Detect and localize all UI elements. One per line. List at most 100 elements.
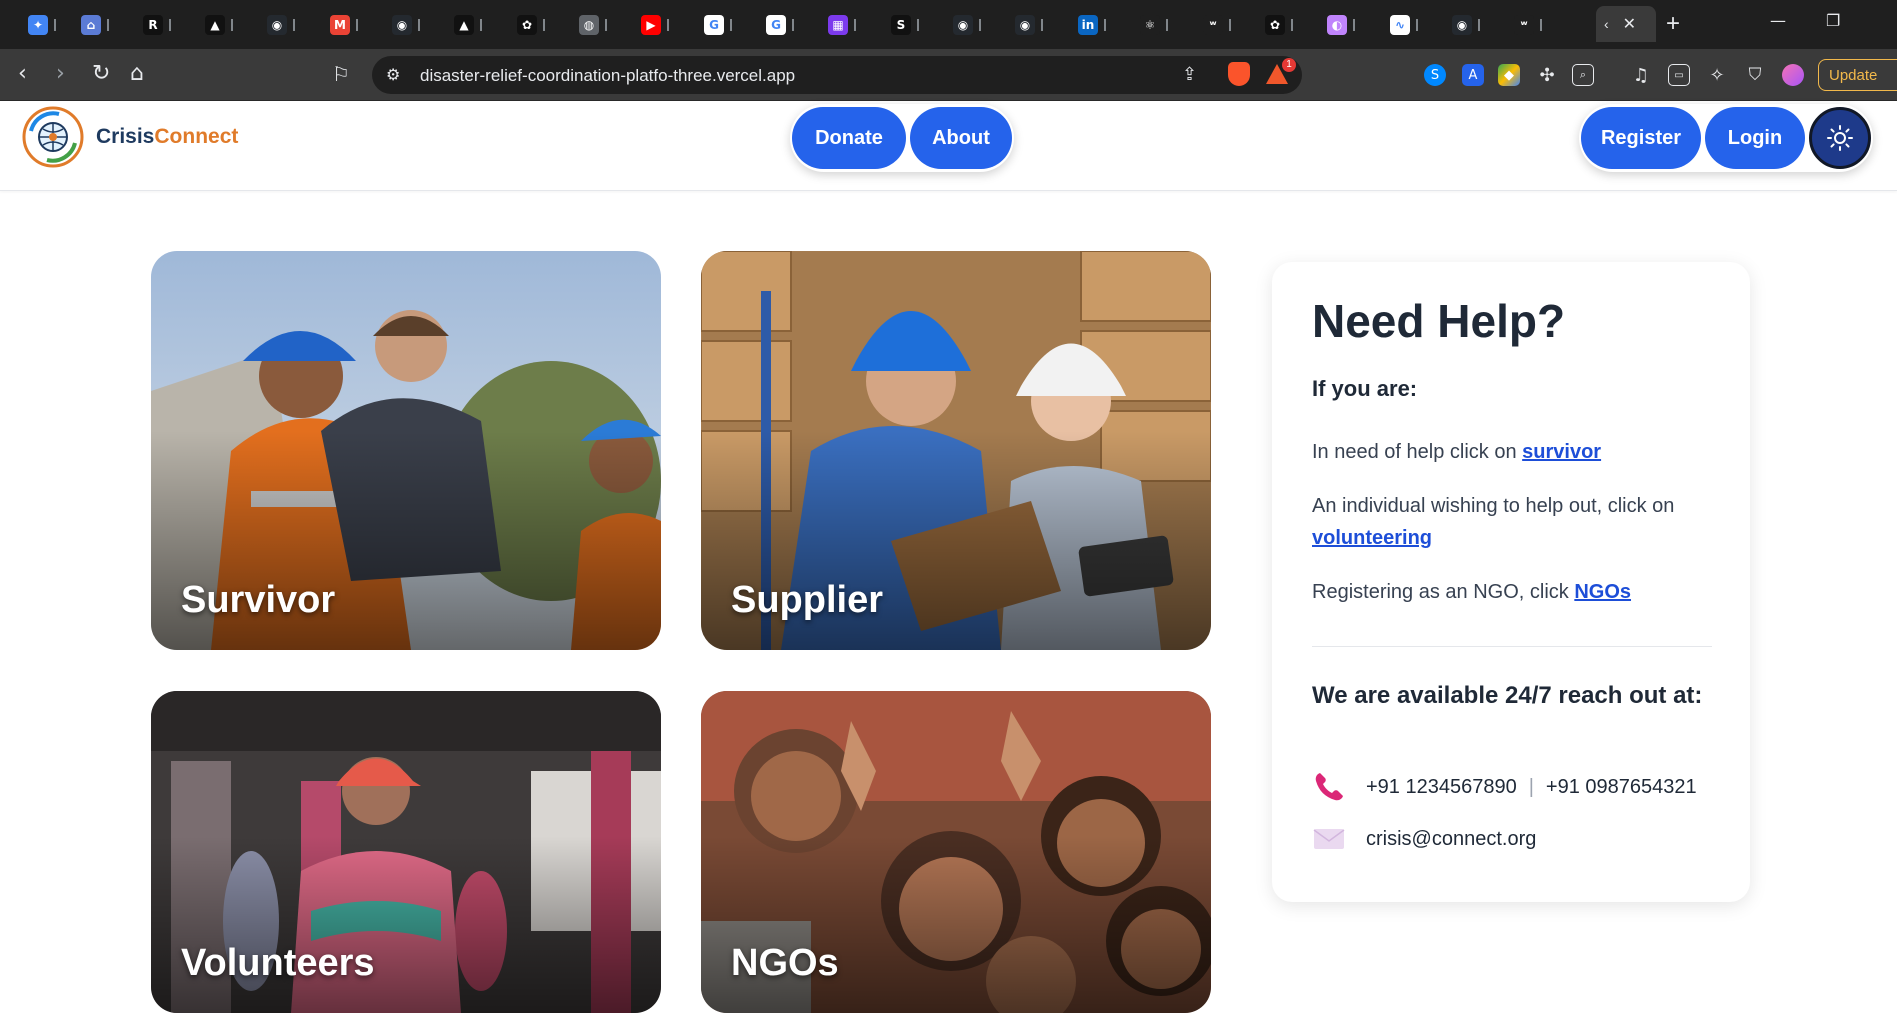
browser-tab[interactable]: R — [135, 12, 191, 38]
tab-title-fragment — [792, 19, 798, 31]
brand-name-part2: Connect — [154, 125, 239, 148]
volunteers-card[interactable]: Volunteers — [151, 691, 661, 1013]
reload-icon[interactable]: ↻ — [92, 63, 110, 85]
site-header: CrisisConnect Donate About Register Logi… — [0, 101, 1897, 191]
browser-update-button[interactable]: Update — [1818, 59, 1897, 91]
triangle-icon: ▲ — [205, 15, 225, 35]
about-button[interactable]: About — [910, 107, 1012, 169]
browser-tab[interactable]: ◉ — [1444, 12, 1500, 38]
survivor-link[interactable]: survivor — [1522, 441, 1601, 463]
browser-tab[interactable]: in — [1070, 12, 1126, 38]
tab-title-fragment — [1540, 19, 1546, 31]
restore-window-icon[interactable]: ❐ — [1826, 11, 1840, 30]
vpn-shield-icon[interactable]: ⛉ — [1744, 64, 1766, 86]
openai-icon: ✿ — [517, 15, 537, 35]
browser-tab-active[interactable]: ‹ ✕ — [1596, 6, 1656, 42]
ngos-link[interactable]: NGOs — [1574, 581, 1631, 603]
ngos-card-shade — [701, 835, 1211, 1013]
tab-title-fragment — [730, 19, 736, 31]
browser-tab[interactable]: G — [696, 12, 752, 38]
phone-icon — [1315, 773, 1343, 801]
tab-title-fragment — [979, 19, 985, 31]
bookmark-icon[interactable]: ⚐ — [332, 63, 350, 85]
browser-tab[interactable]: ◉ — [1007, 12, 1063, 38]
extensions-puzzle-icon[interactable]: ✣ — [1536, 64, 1558, 86]
ngos-card-label: NGOs — [731, 942, 839, 984]
browser-tab[interactable]: ✿ — [509, 12, 565, 38]
profile-avatar-icon[interactable] — [1782, 64, 1804, 86]
browser-tab[interactable]: ◉ — [259, 12, 315, 38]
phone-row: +91 1234567890 | +91 0987654321 — [1312, 770, 1697, 804]
minimize-window-icon[interactable]: — — [1770, 11, 1786, 30]
tab-title-fragment — [1353, 19, 1359, 31]
volunteering-link[interactable]: volunteering — [1312, 527, 1432, 549]
google-icon: G — [766, 15, 786, 35]
tab-title-fragment — [54, 19, 60, 31]
browser-tab[interactable]: ◉ — [945, 12, 1001, 38]
tab-title-fragment — [1291, 19, 1297, 31]
browser-tab[interactable]: ✿ — [1257, 12, 1313, 38]
home-icon[interactable]: ⌂ — [130, 63, 144, 85]
forward-icon[interactable]: › — [56, 63, 65, 85]
browser-tab[interactable]: ▦ — [820, 12, 876, 38]
login-button[interactable]: Login — [1705, 107, 1805, 169]
browser-tab[interactable]: ✦ — [20, 12, 76, 38]
new-tab-icon[interactable]: + — [1666, 10, 1680, 38]
browser-tab[interactable]: S — [883, 12, 939, 38]
browser-tab[interactable]: ◉ — [384, 12, 440, 38]
shazam-extension-icon[interactable]: S — [1424, 64, 1446, 86]
gmail-icon: M — [330, 15, 350, 35]
colorful-extension-icon[interactable]: ◆ — [1498, 64, 1520, 86]
tab-title-fragment — [1166, 19, 1172, 31]
register-button[interactable]: Register — [1581, 107, 1701, 169]
tab-title-fragment — [418, 19, 424, 31]
browser-tab[interactable]: ⌂ — [73, 12, 129, 38]
browser-tab[interactable]: ʷ — [1506, 12, 1562, 38]
browser-tab[interactable]: M — [322, 12, 378, 38]
back-icon[interactable]: ‹ — [18, 63, 27, 85]
browser-tab[interactable]: ▲ — [446, 12, 502, 38]
browser-tab[interactable]: ⚛ — [1132, 12, 1188, 38]
leo-ai-icon[interactable]: ✧ — [1706, 64, 1728, 86]
phone-separator: | — [1528, 775, 1534, 798]
ngos-card[interactable]: NGOs — [701, 691, 1211, 1013]
address-bar[interactable]: ⚙ disaster-relief-coordination-platfo-th… — [372, 56, 1302, 94]
brave-shield-icon[interactable] — [1228, 62, 1250, 86]
theme-toggle-button[interactable] — [1809, 107, 1871, 169]
tab-title-fragment — [356, 19, 362, 31]
share-icon[interactable]: ⇪ — [1182, 64, 1197, 85]
github-icon: ◉ — [953, 15, 973, 35]
music-icon[interactable]: ♫ — [1630, 64, 1652, 86]
phone-number-2[interactable]: +91 0987654321 — [1546, 776, 1697, 799]
phone-number-1[interactable]: +91 1234567890 — [1366, 776, 1517, 799]
github-icon: ◉ — [1452, 15, 1472, 35]
crisisconnect-logo-icon[interactable] — [21, 105, 85, 169]
volunteer-help-line: An individual wishing to help out, click… — [1312, 490, 1712, 554]
url-text[interactable]: disaster-relief-coordination-platfo-thre… — [420, 66, 795, 86]
reader-mode-icon[interactable]: ⌕ — [1572, 64, 1594, 86]
a-extension-icon[interactable]: A — [1462, 64, 1484, 86]
brand-name[interactable]: CrisisConnect — [96, 125, 238, 149]
volunteers-card-label: Volunteers — [181, 942, 375, 984]
survivor-card[interactable]: Survivor — [151, 251, 661, 650]
browser-tab[interactable]: ◐ — [1319, 12, 1375, 38]
openai-icon: ✿ — [1265, 15, 1285, 35]
browser-tab[interactable]: G — [758, 12, 814, 38]
youtube-icon: ▶ — [641, 15, 661, 35]
site-info-icon[interactable]: ⚙ — [386, 65, 400, 84]
globe-icon: ◍ — [579, 15, 599, 35]
browser-tab[interactable]: ▲ — [197, 12, 253, 38]
triangle-icon: ▲ — [454, 15, 474, 35]
browser-tab[interactable]: ʷ — [1195, 12, 1251, 38]
donate-button[interactable]: Donate — [792, 107, 906, 169]
browser-tab[interactable]: ▶ — [633, 12, 689, 38]
wallet-icon[interactable]: ▭ — [1668, 64, 1690, 86]
email-address[interactable]: crisis@connect.org — [1366, 828, 1536, 851]
supplier-card[interactable]: Supplier — [701, 251, 1211, 650]
close-tab-icon[interactable]: ✕ — [1623, 14, 1636, 34]
brave-rewards-badge: 1 — [1282, 58, 1296, 72]
browser-tab[interactable]: ◍ — [571, 12, 627, 38]
s-icon: S — [891, 15, 911, 35]
tab-title-fragment — [1104, 19, 1110, 31]
browser-tab[interactable]: ∿ — [1382, 12, 1438, 38]
